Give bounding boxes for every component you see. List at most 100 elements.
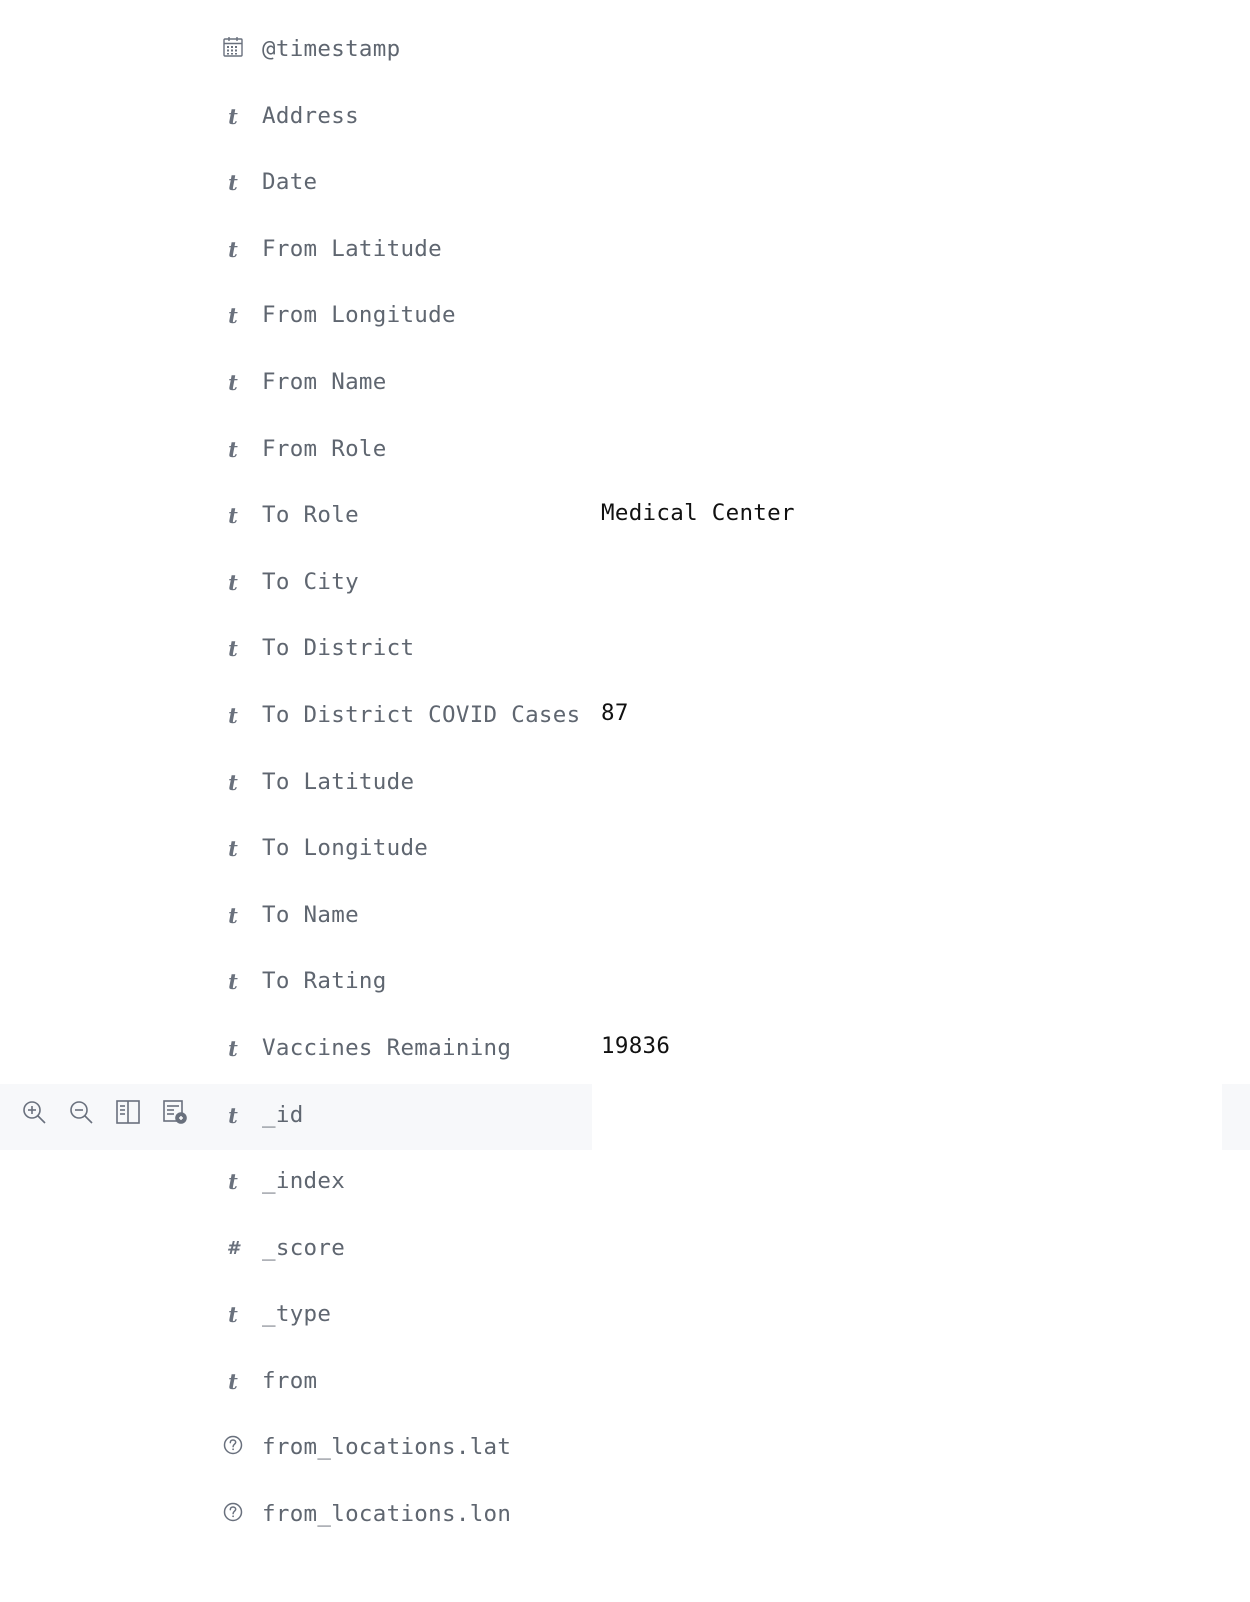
field-row[interactable]: from_locations.lon (0, 1483, 1250, 1550)
field-row[interactable]: t Vaccines Remaining 19836 (0, 1017, 1250, 1084)
field-row[interactable]: t From Longitude (0, 284, 1250, 351)
field-actions (22, 1099, 188, 1125)
field-name: From Longitude (262, 302, 456, 329)
string-type-glyph: t (228, 1368, 238, 1394)
string-type-glyph: t (228, 569, 238, 595)
field-row[interactable]: t _type (0, 1283, 1250, 1350)
question-icon (222, 1501, 244, 1523)
field-row[interactable]: # _score (0, 1217, 1250, 1284)
zoom-out-button[interactable] (69, 1100, 93, 1124)
string-type-glyph: t (228, 1102, 238, 1128)
string-type-icon: t (222, 769, 244, 795)
field-name: _index (262, 1168, 346, 1195)
field-row[interactable]: t from (0, 1350, 1250, 1417)
string-type-glyph: t (228, 969, 238, 995)
field-name: From Role (262, 435, 387, 462)
string-type-icon: t (222, 1102, 244, 1128)
string-type-glyph: t (228, 702, 238, 728)
field-row[interactable]: t From Latitude (0, 218, 1250, 285)
field-name: From Name (262, 368, 387, 395)
zoom-out-icon (68, 1099, 94, 1125)
field-row[interactable]: t To Name (0, 884, 1250, 951)
string-type-glyph: t (228, 1302, 238, 1328)
string-type-icon: t (222, 1035, 244, 1061)
row-hover-highlight-right (1222, 1083, 1250, 1150)
string-type-glyph: t (228, 170, 238, 196)
string-type-icon: t (222, 902, 244, 928)
string-type-icon: t (222, 635, 244, 662)
string-type-glyph: t (228, 902, 238, 928)
field-name: from (262, 1367, 318, 1394)
field-value: 87 (601, 699, 629, 726)
field-row[interactable]: t Date (0, 151, 1250, 218)
document-fields-table: @timestamp t Address t Date t From Latitude t Fr… (0, 18, 1250, 1550)
string-type-icon: t (222, 369, 244, 395)
question-icon (222, 1434, 244, 1456)
toggle-column-button[interactable] (115, 1099, 141, 1125)
string-type-icon: t (222, 835, 244, 862)
string-type-glyph: t (228, 236, 238, 262)
field-row[interactable]: from_locations.lat (0, 1416, 1250, 1483)
field-name: _id (262, 1101, 304, 1128)
filter-exists-icon (162, 1099, 188, 1125)
field-name: from_locations.lat (262, 1434, 512, 1461)
string-type-icon: t (222, 968, 244, 995)
string-type-glyph: t (228, 436, 238, 462)
string-type-icon: t (222, 702, 244, 728)
toggle-column-icon (115, 1099, 141, 1125)
field-row[interactable]: t From Role (0, 418, 1250, 485)
string-type-glyph: t (228, 836, 238, 862)
field-name: From Latitude (262, 235, 442, 262)
field-row[interactable]: t To City (0, 551, 1250, 618)
field-name: To District COVID Cases (262, 701, 581, 728)
field-value: 19836 (601, 1032, 671, 1059)
field-name: Address (262, 102, 359, 129)
filter-exists-button[interactable] (162, 1099, 188, 1125)
field-row[interactable]: t To Latitude (0, 751, 1250, 818)
string-type-glyph: t (228, 636, 238, 662)
string-type-glyph: t (228, 1035, 238, 1061)
zoom-in-icon (21, 1099, 47, 1125)
string-type-glyph: t (228, 103, 238, 129)
field-name: _score (262, 1234, 346, 1261)
field-name: from_locations.lon (262, 1501, 512, 1528)
field-row[interactable]: t _index (0, 1150, 1250, 1217)
string-type-glyph: t (228, 369, 238, 395)
string-type-icon: t (222, 1368, 244, 1394)
field-name: To City (262, 568, 359, 595)
field-name: To Latitude (262, 768, 415, 795)
string-type-icon: t (222, 103, 244, 129)
string-type-icon: t (222, 236, 244, 262)
field-name: _type (262, 1301, 332, 1328)
string-type-glyph: t (228, 303, 238, 329)
string-type-icon: t (222, 169, 244, 196)
field-value: Medical Center (601, 500, 795, 527)
string-type-icon: t (222, 502, 244, 529)
field-name: To Rating (262, 968, 387, 995)
field-row[interactable]: t From Name (0, 351, 1250, 418)
field-row[interactable]: t To Rating (0, 950, 1250, 1017)
string-type-glyph: t (228, 769, 238, 795)
field-name: To Longitude (262, 835, 429, 862)
field-name: To Name (262, 901, 359, 928)
calendar-icon (222, 36, 244, 58)
string-type-glyph: t (228, 503, 238, 529)
field-row[interactable]: @timestamp (0, 18, 1250, 85)
string-type-icon: t (222, 302, 244, 329)
field-row[interactable]: t Address (0, 85, 1250, 152)
string-type-glyph: t (228, 1169, 238, 1195)
field-name: To Role (262, 502, 359, 529)
string-type-icon: t (222, 436, 244, 462)
number-type-glyph: # (226, 1238, 240, 1260)
string-type-icon: t (222, 1301, 244, 1328)
number-type-icon: # (222, 1235, 244, 1260)
string-type-icon: t (222, 569, 244, 595)
field-row[interactable]: t To Longitude (0, 817, 1250, 884)
zoom-in-button[interactable] (22, 1100, 46, 1124)
field-row[interactable]: t _id (0, 1083, 1250, 1151)
field-row[interactable]: t To District (0, 617, 1250, 684)
field-row[interactable]: t To District COVID Cases 87 (0, 684, 1250, 751)
field-name: Date (262, 169, 318, 196)
string-type-icon: t (222, 1168, 244, 1195)
field-row[interactable]: t To Role Medical Center (0, 484, 1250, 551)
